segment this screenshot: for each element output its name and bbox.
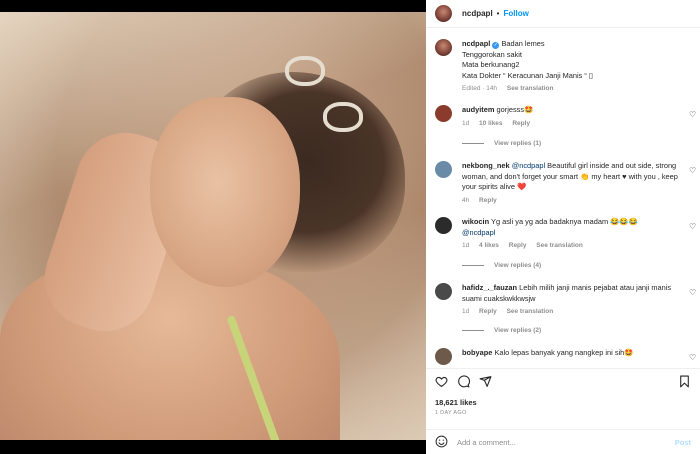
comment-meta: 1d Reply See translation [462,307,683,318]
caption-edited: Edited · 14h [462,85,498,92]
author-username[interactable]: ncdpapl [462,9,493,18]
post-side-panel: ncdpapl • Follow ncdpapl ✓ Badan lemes T… [426,0,700,454]
post-header: ncdpapl • Follow [426,0,700,28]
see-translation-button[interactable]: See translation [536,242,583,249]
comment-body: audyitem gorjesss🤩 1d 10 likes Reply [462,105,683,129]
comment-time: 1d [462,308,470,315]
comment-like-heart-icon[interactable]: ♡ [689,167,697,175]
comment-time: 1d [462,242,470,249]
header-separator: • [496,9,500,18]
comment-mention[interactable]: @ncdpapl [512,161,545,170]
comment-body: wikocin Yg asli ya yg ada badaknya madam… [462,217,683,252]
comment-like-heart-icon[interactable]: ♡ [689,223,697,231]
view-replies-label: View replies (2) [494,327,542,334]
post-photo[interactable] [0,12,426,440]
comments-list[interactable]: ncdpapl ✓ Badan lemes Tenggorokan sakit … [426,28,700,368]
comment-username[interactable]: wikocin [462,217,489,226]
comment-username[interactable]: nekbong_nek [462,161,510,170]
caption-line-1: Badan lemes [501,39,545,48]
bookmark-icon[interactable] [678,375,691,388]
replies-line [462,143,484,144]
photo-face [150,97,300,287]
author-avatar[interactable] [435,5,452,22]
photo-sunglasses [285,54,380,154]
follow-button[interactable]: Follow [503,9,528,18]
comment-like-heart-icon[interactable]: ♡ [689,289,697,297]
comment-input[interactable] [457,435,657,449]
view-replies-button[interactable]: View replies (2) [462,327,541,334]
caption-line-4: Kata Dokter “ Keracunan Janji Manis “ ▯ [462,70,593,80]
comment-meta: 1d 4 likes Reply See translation [462,241,683,252]
likes-count[interactable]: 18,621 likes [435,398,477,407]
share-icon[interactable] [479,375,492,388]
heart-icon[interactable] [435,375,448,388]
comment-body: hafidz_._fauzan Lebih milih janji manis … [462,283,683,318]
commenter-avatar[interactable] [435,105,452,122]
post-viewer: ncdpapl • Follow ncdpapl ✓ Badan lemes T… [0,0,700,454]
comment-mention[interactable]: @ncdpapl [462,228,495,237]
comment-meta: 1d 10 likes Reply [462,119,683,130]
comment-icon[interactable] [457,375,470,388]
comment-likes[interactable]: 4 likes [479,242,499,249]
comment-like-heart-icon[interactable]: ♡ [689,354,697,362]
comment-meta: 4h Reply [462,196,683,207]
commenter-avatar[interactable] [435,348,452,365]
view-replies-label: View replies (4) [494,262,542,269]
comment-like-heart-icon[interactable]: ♡ [689,111,697,119]
caption-line-2: Tenggorokan sakit [462,49,522,59]
replies-line [462,265,484,266]
view-replies-button[interactable]: View replies (4) [462,262,541,269]
commenter-avatar[interactable] [435,161,452,178]
action-bar [426,368,700,392]
comment-username[interactable]: bobyape [462,348,492,357]
emoji-icon[interactable] [435,435,448,448]
caption-username[interactable]: ncdpapl [462,39,490,48]
comment-time: 4h [462,196,470,204]
replies-line [462,330,484,331]
comment-body: nekbong_nek @ncdpapl Beautiful girl insi… [462,161,683,206]
comment-text: Kalo lepas banyak yang nangkep ini sih🤩 [494,348,634,357]
caption-body: ncdpapl ✓ Badan lemes Tenggorokan sakit … [462,39,683,95]
caption-avatar[interactable] [435,39,452,56]
commenter-avatar[interactable] [435,283,452,300]
comment-composer: Post [426,429,700,454]
comment-text: Yg asli ya yg ada badaknya madam 😂😂😂 [491,217,638,226]
caption-see-translation[interactable]: See translation [507,85,554,92]
post-age: 1 DAY AGO [435,410,467,416]
reply-button[interactable]: Reply [479,308,497,315]
commenter-avatar[interactable] [435,217,452,234]
comment-body: bobyape Kalo lepas banyak yang nangkep i… [462,348,683,359]
comment-likes[interactable]: 10 likes [479,120,503,127]
caption-line-3: Mata berkunang2 [462,60,520,69]
reply-button[interactable]: Reply [509,242,527,249]
comment-time: 1d [462,119,470,127]
verified-icon: ✓ [492,42,500,49]
reply-button[interactable]: Reply [479,197,497,204]
see-translation-button[interactable]: See translation [507,308,554,315]
view-replies-button[interactable]: View replies (1) [462,140,541,147]
reply-button[interactable]: Reply [512,120,530,127]
post-comment-button[interactable]: Post [675,438,691,447]
caption-meta: Edited · 14h See translation [462,84,683,95]
comment-text: gorjesss🤩 [496,105,534,114]
comment-username[interactable]: audyitem [462,105,494,114]
view-replies-label: View replies (1) [494,140,542,147]
comment-username[interactable]: hafidz_._fauzan [462,283,517,292]
